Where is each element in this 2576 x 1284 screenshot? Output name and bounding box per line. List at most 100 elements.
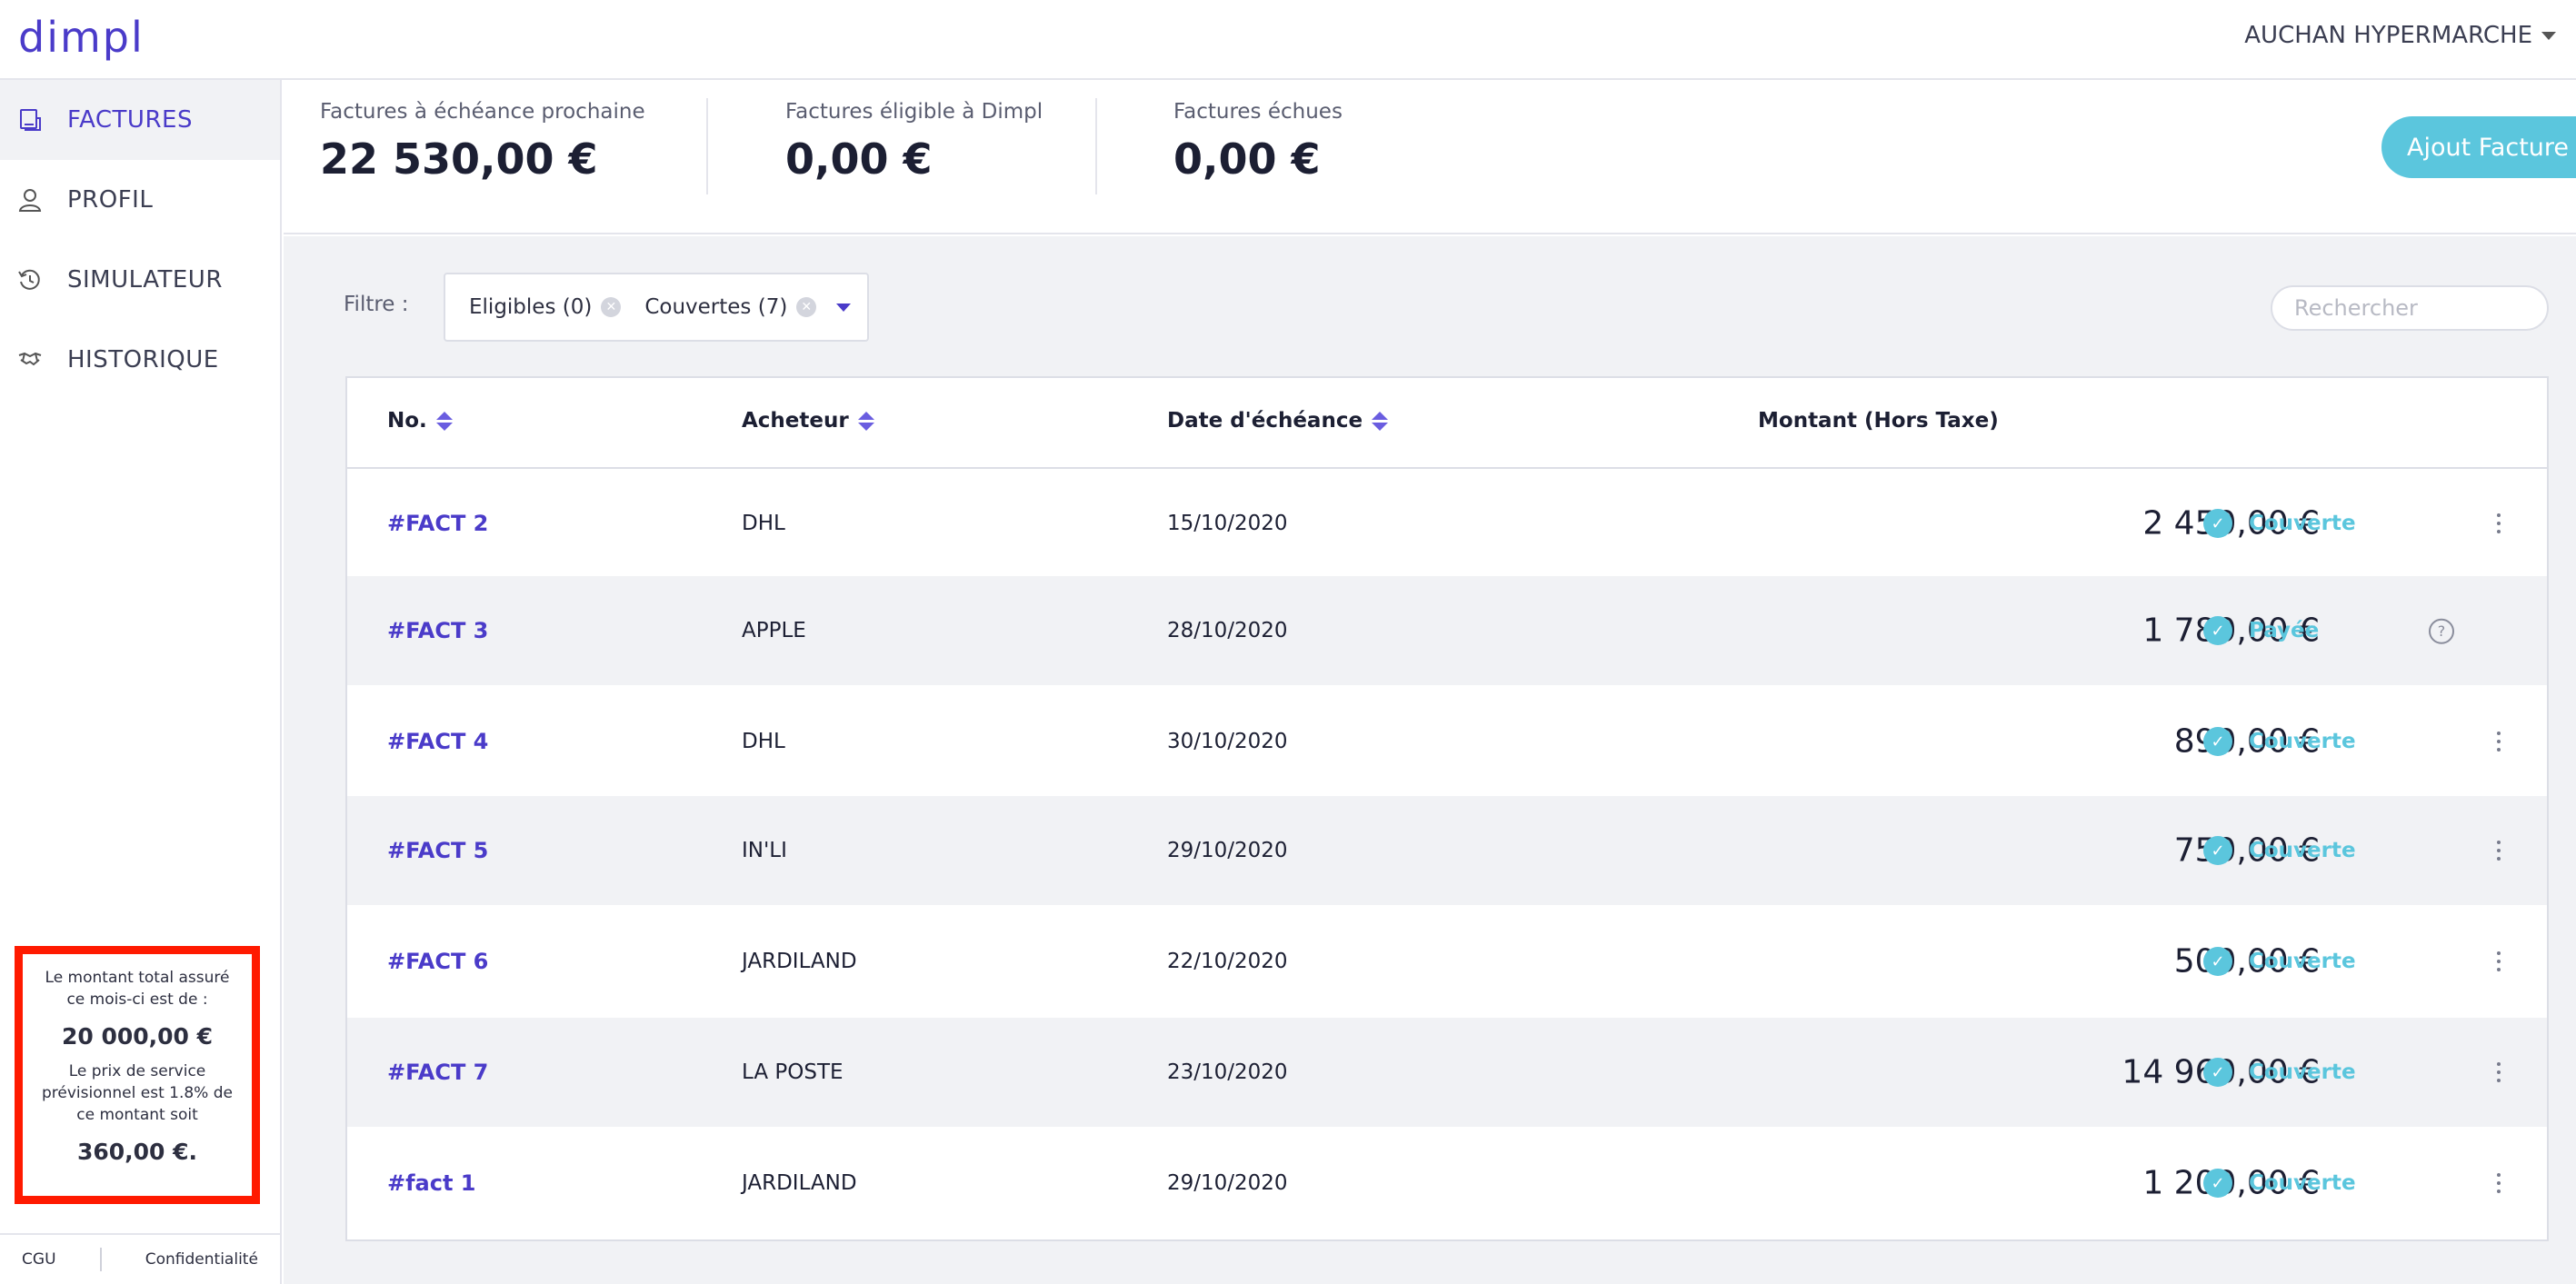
due-date-cell: 28/10/2020 <box>1167 619 1288 642</box>
stats-strip: Factures à échéance prochaine 22 530,00 … <box>284 82 2576 234</box>
summary-total: 20 000,00 € <box>61 1023 214 1050</box>
column-header-due-date[interactable]: Date d'échéance <box>1167 409 1389 433</box>
table-row[interactable]: #FACT 7 LA POSTE 23/10/2020 14 960,00 € … <box>347 1018 2547 1127</box>
sort-icon[interactable] <box>435 411 453 431</box>
check-circle-icon: ✓ <box>2203 727 2232 756</box>
filter-select[interactable]: Eligibles (0) ✕ Couvertes (7) ✕ <box>444 273 869 342</box>
sidebar-item-label: HISTORIQUE <box>67 346 219 373</box>
sort-icon[interactable] <box>1372 411 1389 431</box>
status-badge: ✓ Couverte <box>2203 509 2356 538</box>
stat-label: Factures échues <box>1173 100 1343 124</box>
buyer-cell: DHL <box>742 730 785 753</box>
row-menu-button[interactable] <box>2494 732 2503 751</box>
table-row[interactable]: #fact 1 JARDILAND 29/10/2020 1 200,00 € … <box>347 1129 2547 1238</box>
due-date-cell: 29/10/2020 <box>1167 839 1288 862</box>
due-date-cell: 23/10/2020 <box>1167 1060 1288 1084</box>
divider <box>1095 98 1097 194</box>
invoice-number-link[interactable]: #FACT 3 <box>387 618 488 643</box>
summary-fee: 360,00 €. <box>76 1139 198 1165</box>
sort-icon[interactable] <box>857 411 874 431</box>
invoice-number-link[interactable]: #FACT 7 <box>387 1060 488 1085</box>
chevron-down-icon[interactable] <box>836 304 851 312</box>
sidebar-item-label: SIMULATEUR <box>67 266 223 294</box>
due-date-cell: 22/10/2020 <box>1167 950 1288 973</box>
summary-text: Le montant total assuré ce mois-ci est d… <box>45 969 230 1009</box>
sidebar-item-simulateur[interactable]: SIMULATEUR <box>0 240 280 320</box>
status-badge: ✓ Couverte <box>2203 1058 2356 1087</box>
check-circle-icon: ✓ <box>2203 509 2232 538</box>
table-row[interactable]: #FACT 4 DHL 30/10/2020 890,00 € ✓ Couver… <box>347 687 2547 796</box>
invoice-number-link[interactable]: #FACT 2 <box>387 511 488 536</box>
stat-label: Factures éligible à Dimpl <box>785 100 1043 124</box>
divider <box>706 98 708 194</box>
column-header-number[interactable]: No. <box>387 409 453 433</box>
status-badge: ✓ Payée <box>2203 616 2319 645</box>
stat-value: 0,00 € <box>1173 134 1321 184</box>
company-menu[interactable]: AUCHAN HYPERMARCHE <box>2244 22 2556 49</box>
check-circle-icon: ✓ <box>2203 616 2232 645</box>
status-label: Payée <box>2249 619 2320 642</box>
stat-upcoming: Factures à échéance prochaine 22 530,00 … <box>320 100 645 184</box>
kebab-menu-icon <box>2494 951 2503 971</box>
due-date-cell: 29/10/2020 <box>1167 1171 1288 1195</box>
filter-label: Filtre : <box>344 293 409 316</box>
cgu-link[interactable]: CGU <box>22 1250 56 1269</box>
search-input[interactable]: Rechercher <box>2271 285 2549 331</box>
status-badge: ✓ Couverte <box>2203 1169 2356 1198</box>
invoice-number-link[interactable]: #FACT 4 <box>387 729 488 754</box>
due-date-cell: 30/10/2020 <box>1167 730 1288 753</box>
row-menu-button[interactable] <box>2494 841 2503 861</box>
user-icon <box>16 186 44 214</box>
buyer-cell: IN'LI <box>742 839 787 862</box>
insured-amount-summary: Le montant total assuré ce mois-ci est d… <box>15 946 260 1204</box>
table-row[interactable]: #FACT 2 DHL 15/10/2020 2 450,00 € ✓ Couv… <box>347 469 2547 578</box>
invoices-panel: Filtre : Eligibles (0) ✕ Couvertes (7) ✕… <box>284 236 2576 1284</box>
table-row[interactable]: #FACT 6 JARDILAND 22/10/2020 500,00 € ✓ … <box>347 907 2547 1016</box>
row-menu-button[interactable] <box>2494 951 2503 971</box>
stat-value: 22 530,00 € <box>320 134 598 184</box>
check-circle-icon: ✓ <box>2203 947 2232 976</box>
kebab-menu-icon <box>2494 1062 2503 1082</box>
due-date-cell: 15/10/2020 <box>1167 512 1288 535</box>
divider <box>99 1248 102 1271</box>
stat-value: 0,00 € <box>785 134 933 184</box>
check-circle-icon: ✓ <box>2203 836 2232 865</box>
status-label: Couverte <box>2249 512 2356 535</box>
invoice-number-link[interactable]: #fact 1 <box>387 1170 476 1196</box>
close-icon[interactable]: ✕ <box>601 297 622 317</box>
stat-eligible: Factures éligible à Dimpl 0,00 € <box>785 100 1043 184</box>
chevron-down-icon <box>2541 31 2556 40</box>
table-row[interactable]: #FACT 5 IN'LI 29/10/2020 750,00 € ✓ Couv… <box>347 796 2547 905</box>
summary-text: Le prix de service prévisionnel est 1.8%… <box>42 1062 233 1124</box>
row-menu-button[interactable] <box>2494 1062 2503 1082</box>
column-label: Acheteur <box>742 409 849 433</box>
buyer-cell: JARDILAND <box>742 1171 857 1195</box>
row-menu-button[interactable] <box>2494 1173 2503 1193</box>
add-invoice-button[interactable]: Ajout Facture <box>2381 116 2576 178</box>
filter-chip-eligibles: Eligibles (0) <box>469 295 593 319</box>
row-menu-button[interactable] <box>2494 513 2503 533</box>
column-label: Montant (Hors Taxe) <box>1758 409 1999 433</box>
check-circle-icon: ✓ <box>2203 1058 2232 1087</box>
status-label: Couverte <box>2249 1060 2356 1084</box>
sidebar-item-profil[interactable]: PROFIL <box>0 160 280 240</box>
close-icon[interactable]: ✕ <box>796 297 817 317</box>
sidebar-item-factures[interactable]: FACTURES <box>0 80 280 160</box>
invoice-number-link[interactable]: #FACT 5 <box>387 838 488 863</box>
buyer-cell: APPLE <box>742 619 806 642</box>
column-header-buyer[interactable]: Acheteur <box>742 409 874 433</box>
kebab-menu-icon <box>2494 513 2503 533</box>
sidebar-item-historique[interactable]: HISTORIQUE <box>0 320 280 400</box>
dimpl-logo[interactable]: dimpl <box>18 13 145 62</box>
status-label: Couverte <box>2249 839 2356 862</box>
invoice-number-link[interactable]: #FACT 6 <box>387 949 488 974</box>
status-badge: ✓ Couverte <box>2203 727 2356 756</box>
help-button[interactable]: ? <box>2429 618 2454 644</box>
privacy-link[interactable]: Confidentialité <box>145 1250 258 1269</box>
buyer-cell: LA POSTE <box>742 1060 844 1084</box>
table-row[interactable]: #FACT 3 APPLE 28/10/2020 1 780,00 € ✓ Pa… <box>347 576 2547 685</box>
question-mark-icon: ? <box>2429 618 2454 644</box>
column-label: No. <box>387 409 427 433</box>
column-header-amount: Montant (Hors Taxe) <box>1758 409 1999 433</box>
status-label: Couverte <box>2249 950 2356 973</box>
